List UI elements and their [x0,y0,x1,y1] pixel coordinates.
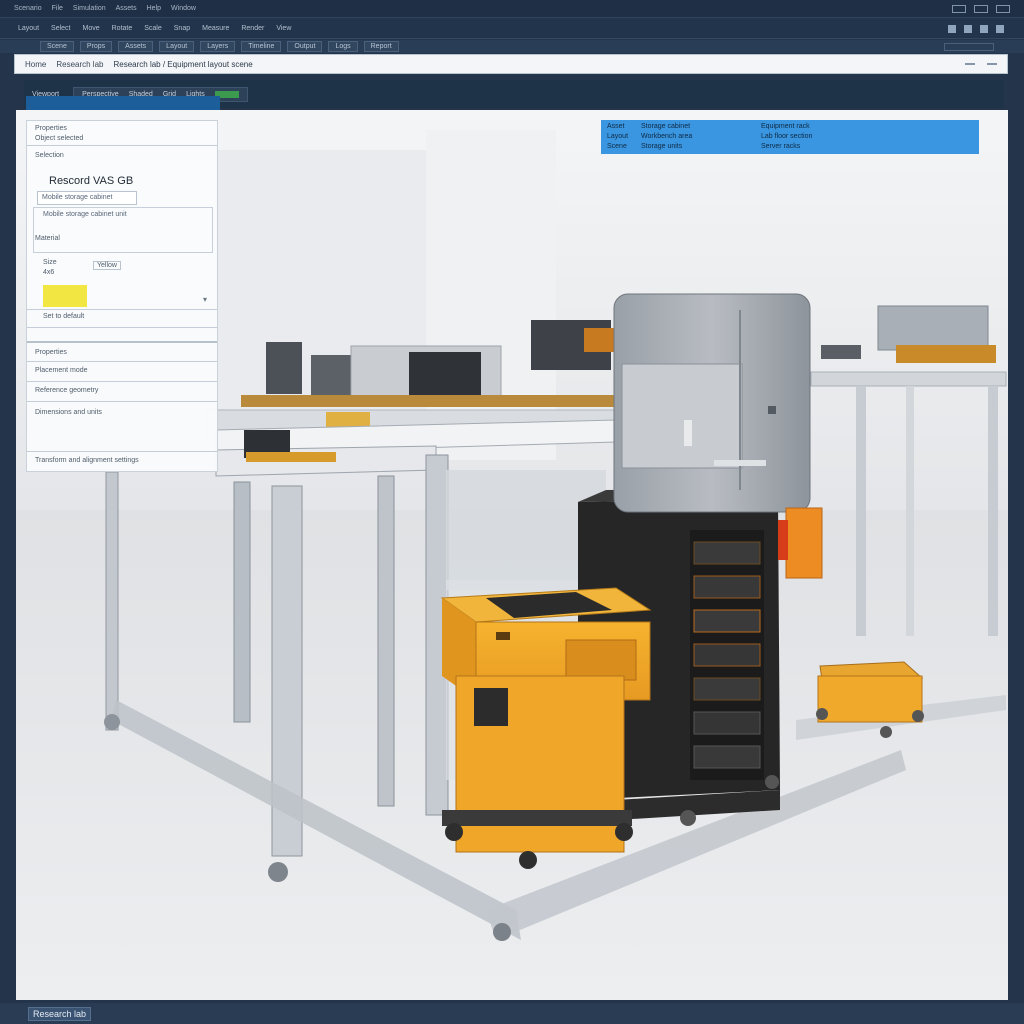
toolbar: Layout Select Move Rotate Scale Snap Mea… [0,19,1024,39]
maximize-icon[interactable] [974,4,988,13]
tab[interactable]: Output [287,41,323,52]
grey-cabinet [613,293,811,513]
light-icon[interactable] [980,24,988,33]
menu-item[interactable]: Window [171,5,196,12]
yellow-mobile-cabinet [440,587,652,869]
toolbar-item[interactable]: Snap [174,25,190,32]
divider [27,145,217,146]
menu-item[interactable]: Help [147,5,161,12]
panel-subheader: Object selected [35,135,84,142]
search-input[interactable] [944,42,994,51]
minus-icon[interactable] [965,63,975,65]
tab[interactable]: Timeline [241,41,282,52]
banner-text: Server racks [761,143,801,150]
status-text: Research lab [28,1006,92,1021]
tab[interactable]: Scene [40,41,74,52]
banner-text: Equipment rack [761,123,810,130]
property-row[interactable]: Placement mode [35,367,88,374]
property-row[interactable]: Reference geometry [35,387,98,394]
toolbar-item[interactable]: Move [83,25,100,32]
divider [27,341,217,343]
banner-text: Storage units [641,143,683,150]
address-bar[interactable]: Home Research lab Research lab / Equipme… [14,54,1008,74]
info-banner: Asset Storage cabinet Equipment rack Lay… [601,120,979,154]
section-label: Properties [35,349,67,356]
divider [27,451,217,452]
divider [27,401,217,402]
tab[interactable]: Assets [118,41,154,52]
tab[interactable]: Report [363,41,399,52]
menu-item[interactable]: Simulation [73,5,106,12]
color-swatch[interactable] [43,285,87,307]
tab[interactable]: Layout [159,41,195,52]
toolbar-item[interactable]: Measure [202,25,229,32]
banner-text: Asset [607,123,625,130]
tab[interactable]: Logs [328,41,358,52]
divider [27,327,217,328]
menu-item[interactable]: Scenario [14,5,42,12]
panel-footer: Transform and alignment settings [35,457,139,464]
toolbar-item[interactable]: Rotate [112,25,133,32]
address-path: Research lab / Equipment layout scene [113,59,253,69]
menu-icon[interactable] [987,63,997,65]
material-label: Material [35,235,60,242]
close-icon[interactable] [996,4,1010,13]
menu-item[interactable]: Assets [116,5,137,12]
toolbar-item[interactable]: Layout [18,25,39,32]
chevron-down-icon[interactable]: ▾ [203,295,207,304]
status-bar: Research lab [0,1003,1024,1024]
menu-item[interactable]: File [52,5,63,12]
size-value: 4x6 [43,269,55,276]
property-row[interactable]: Dimensions and units [35,409,102,416]
tab[interactable]: Props [79,41,113,52]
color-label[interactable]: Yellow [93,261,121,270]
tab[interactable]: Layers [200,41,236,52]
breadcrumb-home[interactable]: Home [25,60,46,69]
window-controls [952,4,1024,13]
banner-text: Scene [607,143,627,150]
camera-icon[interactable] [964,24,972,33]
section-label: Selection [35,152,64,159]
panel-header: Properties [35,125,67,132]
grid-icon[interactable] [948,24,956,33]
tab-strip: Scene Props Assets Layout Layers Timelin… [0,40,1024,53]
reset-field[interactable]: Set to default [43,313,84,320]
properties-panel: Properties Object selected Selection Res… [26,120,218,472]
banner-text: Lab floor section [761,133,813,140]
minimize-icon[interactable] [952,4,966,13]
settings-icon[interactable] [996,24,1004,33]
toolbar-item[interactable]: View [276,25,291,32]
description-field[interactable]: Mobile storage cabinet unit [39,209,209,223]
size-label: Size [43,259,57,266]
address-bar-icons [965,63,1007,65]
toolbar-icons [948,24,1024,33]
banner-text: Layout [607,133,629,140]
divider [27,361,217,362]
menu-bar: Scenario File Simulation Assets Help Win… [0,0,1024,18]
toolbar-item[interactable]: Scale [144,25,162,32]
banner-text: Storage cabinet [641,123,691,130]
object-title: Rescord VAS GB [49,175,134,187]
banner-text: Workbench area [641,133,693,140]
name-field[interactable]: Mobile storage cabinet [37,191,137,205]
breadcrumb-location[interactable]: Research lab [56,60,103,69]
toolbar-item[interactable]: Select [51,25,70,32]
toolbar-item[interactable]: Render [241,25,264,32]
divider [27,381,217,382]
divider [27,309,217,310]
